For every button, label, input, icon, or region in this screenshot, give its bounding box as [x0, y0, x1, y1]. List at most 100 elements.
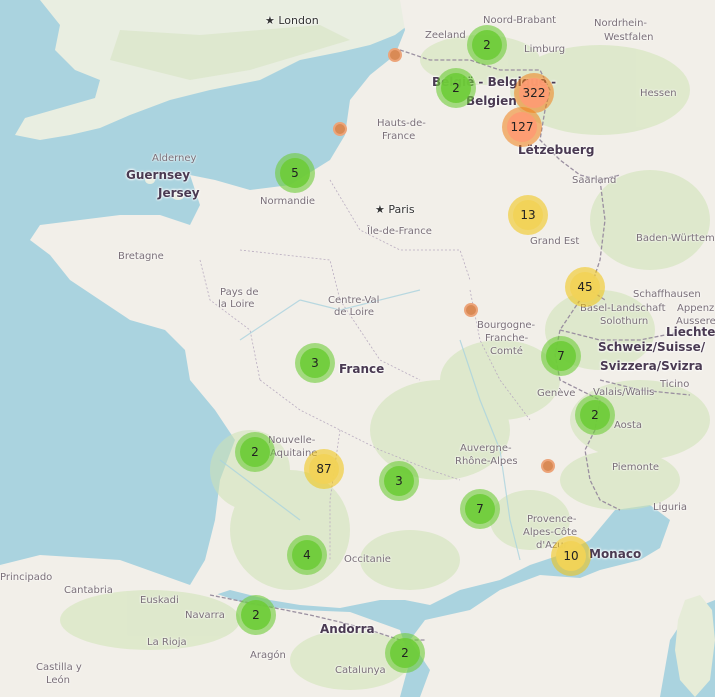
cluster-marker[interactable]: 4: [287, 535, 327, 575]
region-label-aussere: Aussere: [676, 316, 715, 327]
cluster-marker[interactable]: 3: [379, 461, 419, 501]
region-label-grand-est: Grand Est: [530, 236, 580, 247]
cluster-count: 4: [303, 548, 311, 562]
region-label-auvergne: Auvergne-: [460, 443, 512, 454]
region-label-provence: Provence-: [527, 514, 577, 525]
cluster-marker[interactable]: 2: [236, 595, 276, 635]
city-london: ★ London: [265, 14, 319, 27]
cluster-marker-inner: 322: [519, 78, 549, 108]
region-label-ile-de-france: Île-de-France: [367, 226, 432, 237]
region-label-solothurn: Solothurn: [600, 316, 649, 327]
country-label-france: France: [339, 362, 385, 376]
city-marker-icon: ★: [265, 14, 275, 27]
single-place-marker[interactable]: [541, 459, 555, 473]
cluster-count: 87: [316, 462, 332, 476]
cluster-marker[interactable]: 127: [502, 107, 542, 147]
region-label-appenzell: Appenz: [677, 303, 715, 314]
cluster-marker[interactable]: 2: [575, 395, 615, 435]
city-marker-icon: ★: [375, 203, 385, 216]
cluster-marker-inner: 3: [384, 466, 414, 496]
cluster-count: 7: [557, 349, 565, 363]
cluster-count: 2: [483, 38, 491, 52]
region-label-hauts: Hauts-de-: [377, 118, 426, 129]
region-label-westfalen: Westfalen: [604, 32, 654, 43]
cluster-marker-inner: 87: [309, 454, 339, 484]
region-label-euskadi: Euskadi: [140, 595, 179, 606]
region-label-alderney: Alderney: [152, 153, 197, 164]
region-label-pays-2: la Loire: [218, 299, 255, 310]
cluster-count: 322: [522, 86, 546, 100]
region-label-hauts-2: France: [382, 131, 416, 142]
cluster-marker-inner: 2: [390, 638, 420, 668]
cluster-count: 13: [520, 208, 536, 222]
region-label-normandie: Normandie: [260, 196, 316, 207]
region-label-bourgogne: Bourgogne-: [477, 320, 536, 331]
cluster-marker[interactable]: 3: [295, 343, 335, 383]
region-label-cantabria: Cantabria: [64, 585, 113, 596]
region-label-schaffhausen: Schaffhausen: [633, 289, 701, 300]
region-label-limburg: Limburg: [524, 44, 566, 55]
region-label-catalunya: Catalunya: [335, 665, 386, 676]
cluster-marker[interactable]: 2: [235, 432, 275, 472]
region-label-la-rioja: La Rioja: [147, 637, 187, 648]
cluster-marker[interactable]: 87: [304, 449, 344, 489]
cluster-marker[interactable]: 5: [275, 153, 315, 193]
map-view[interactable]: ★ London ★ Paris België - Belgique - Bel…: [0, 0, 715, 697]
cluster-count: 7: [476, 502, 484, 516]
cluster-count: 2: [252, 608, 260, 622]
single-place-marker[interactable]: [388, 48, 402, 62]
region-label-aosta: Aosta: [614, 420, 643, 431]
region-label-saarland: Saarland: [572, 175, 617, 186]
cluster-marker[interactable]: 7: [541, 336, 581, 376]
region-label-bourgogne-2: Franche-: [485, 333, 529, 344]
cluster-count: 2: [591, 408, 599, 422]
cluster-marker-inner: 45: [570, 272, 600, 302]
cluster-count: 45: [577, 280, 593, 294]
region-label-asturias: Principado: [0, 572, 53, 583]
single-place-marker[interactable]: [333, 122, 347, 136]
cluster-marker[interactable]: 2: [385, 633, 425, 673]
region-label-noord-brabant: Noord-Brabant: [483, 15, 557, 26]
cluster-marker-inner: 127: [507, 112, 537, 142]
country-label-liechtenstein: Liechten: [666, 325, 715, 339]
country-label-jersey: Jersey: [158, 186, 200, 200]
region-label-occitanie: Occitanie: [344, 554, 391, 565]
region-label-bretagne: Bretagne: [118, 251, 164, 262]
cluster-marker-inner: 7: [546, 341, 576, 371]
cluster-marker[interactable]: 45: [565, 267, 605, 307]
region-label-nouvelle: Nouvelle-: [268, 435, 316, 446]
city-label-london: London: [278, 14, 319, 27]
region-label-baden: Baden-Württem: [636, 233, 715, 244]
region-label-liguria: Liguria: [653, 502, 688, 513]
cluster-marker-inner: 10: [556, 541, 586, 571]
cluster-marker[interactable]: 13: [508, 195, 548, 235]
cluster-marker[interactable]: 10: [551, 536, 591, 576]
country-label-switzerland: Schweiz/Suisse/: [598, 340, 706, 354]
city-label-paris: Paris: [388, 203, 415, 216]
country-label-andorra: Andorra: [320, 622, 375, 636]
region-label-aragon: Aragón: [250, 650, 286, 661]
region-label-castilla: Castilla y: [36, 662, 82, 673]
region-label-centre-2: de Loire: [334, 307, 375, 318]
single-place-marker[interactable]: [464, 303, 478, 317]
region-label-navarra: Navarra: [185, 610, 225, 621]
cluster-marker[interactable]: 2: [436, 68, 476, 108]
cluster-marker-inner: 7: [465, 494, 495, 524]
region-label-centre: Centre-Val: [328, 295, 380, 306]
cluster-marker[interactable]: 7: [460, 489, 500, 529]
cluster-count: 2: [251, 445, 259, 459]
cluster-marker[interactable]: 2: [467, 25, 507, 65]
cluster-marker-inner: 13: [513, 200, 543, 230]
cluster-count: 5: [291, 166, 299, 180]
cluster-marker-inner: 2: [472, 30, 502, 60]
country-label-switzerland-2: Svizzera/Svizra: [600, 359, 703, 373]
country-label-guernsey: Guernsey: [126, 168, 191, 182]
cluster-marker-inner: 3: [300, 348, 330, 378]
cluster-count: 3: [395, 474, 403, 488]
cluster-count: 2: [401, 646, 409, 660]
region-label-bourgogne-3: Comté: [490, 346, 523, 357]
region-label-ticino: Ticino: [660, 379, 690, 390]
region-label-rhone-alpes: Rhône-Alpes: [455, 456, 518, 467]
region-label-pays: Pays de: [220, 287, 259, 298]
cluster-marker-inner: 2: [240, 437, 270, 467]
